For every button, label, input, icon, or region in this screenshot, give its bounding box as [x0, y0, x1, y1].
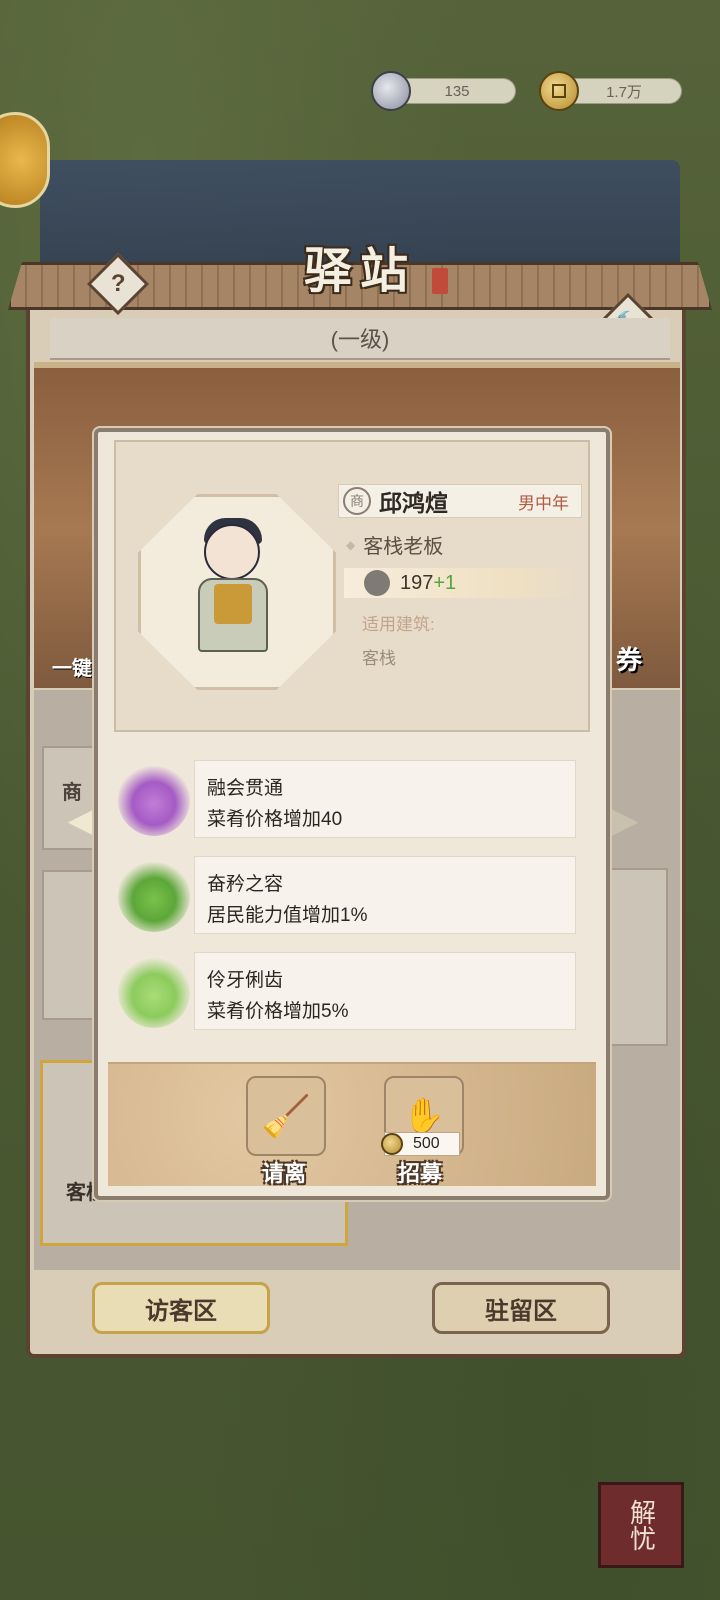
one-click-button-fragment[interactable]: 一键: [52, 652, 92, 681]
applicable-building-value: 客栈: [362, 649, 396, 668]
visitor-card[interactable]: [610, 868, 668, 1046]
level-text: (一级): [330, 327, 390, 352]
dismiss-button[interactable]: 🧹: [246, 1076, 326, 1156]
power-value: 197: [400, 571, 434, 594]
question-icon: ?: [110, 269, 126, 297]
recruit-label: 招募: [398, 1161, 443, 1187]
purple-bowl-icon: [118, 764, 190, 836]
character-vest: [214, 584, 252, 624]
side-round-button[interactable]: [0, 112, 50, 208]
character-role: 客栈老板: [363, 536, 444, 558]
applicable-building-label: 适用建筑:: [362, 615, 435, 634]
merchant-badge-icon: 商: [343, 487, 371, 515]
coin-currency: 1.7万: [539, 71, 682, 111]
skill-name: 融会贯通: [207, 778, 284, 799]
skill-card: 奋矜之容 居民能力值增加1%: [194, 856, 576, 934]
skill-row: 融会贯通 菜肴价格增加40: [118, 760, 578, 840]
title-area: 驿站: [170, 226, 550, 306]
skill-description: 居民能力值增加1%: [207, 905, 368, 926]
recruit-hand-icon: ✋: [402, 1097, 446, 1135]
ticket-button-fragment[interactable]: 券: [616, 640, 642, 677]
corner-seal-button[interactable]: 解忧: [598, 1482, 684, 1568]
ability-icon: [364, 570, 390, 596]
action-area: [108, 1062, 596, 1186]
broom-icon: 🧹: [261, 1094, 311, 1139]
tab-visitor-area[interactable]: 访客区: [92, 1282, 270, 1334]
skill-row: 伶牙俐齿 菜肴价格增加5%: [118, 952, 578, 1032]
title-seal: [432, 268, 448, 294]
green-person-icon: [118, 860, 190, 932]
recruit-cost: 500: [413, 1135, 440, 1152]
name-plate: 商 邱鸿煊 男中年: [338, 484, 582, 518]
power-bonus: +1: [433, 571, 457, 594]
visitor-card[interactable]: [42, 870, 102, 1020]
level-bar: (一级): [50, 318, 670, 360]
skill-row: 奋矜之容 居民能力值增加1%: [118, 856, 578, 936]
silver-currency: 135: [371, 71, 516, 111]
skill-name: 奋矜之容: [207, 874, 284, 895]
skill-card: 融会贯通 菜肴价格增加40: [194, 760, 576, 838]
recruit-cost-badge: 500: [381, 1132, 460, 1156]
green-plate-icon: [118, 956, 190, 1028]
skill-description: 菜肴价格增加40: [207, 809, 343, 830]
coin-icon: [381, 1133, 403, 1155]
silver-ingot-icon: [371, 71, 411, 111]
power-row: 197 +1: [344, 568, 582, 598]
copper-coin-icon: [539, 71, 579, 111]
character-role-row: ◆ 客栈老板: [346, 530, 443, 559]
page-title: 驿站: [303, 243, 416, 299]
corner-seal-text: 解忧: [625, 1499, 656, 1551]
bullet-diamond-icon: ◆: [346, 537, 356, 552]
skill-card: 伶牙俐齿 菜肴价格增加5%: [194, 952, 576, 1030]
tab-resident-area[interactable]: 驻留区: [432, 1282, 610, 1334]
dismiss-label: 请离: [262, 1161, 307, 1187]
tab-resident-label: 驻留区: [485, 1295, 557, 1325]
skill-name: 伶牙俐齿: [207, 970, 284, 991]
tab-visitor-label: 访客区: [145, 1295, 217, 1325]
character-name: 邱鸿煊: [379, 490, 448, 517]
character-gender-age: 男中年: [518, 493, 569, 513]
skill-description: 菜肴价格增加5%: [207, 1001, 349, 1022]
character-head: [204, 524, 260, 580]
